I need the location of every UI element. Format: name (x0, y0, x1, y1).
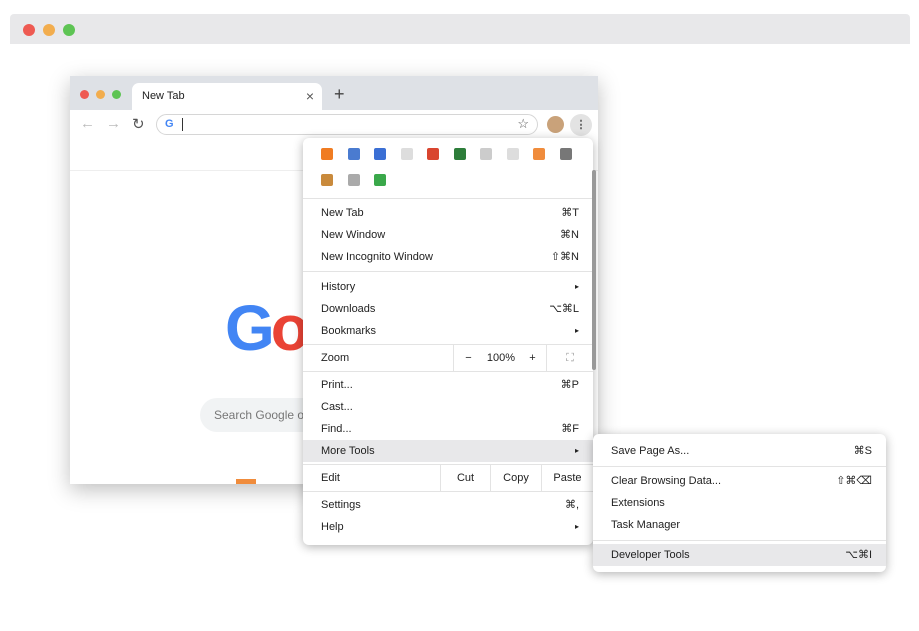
menu-item-label: Find... (321, 423, 352, 435)
menu-item-new-tab[interactable]: New Tab ⌘T (303, 202, 593, 224)
shortcut: ⌥⌘L (549, 303, 579, 315)
shield-icon[interactable] (374, 148, 386, 160)
menu-item-label: New Window (321, 229, 386, 241)
menu-item-task-manager[interactable]: Task Manager (593, 514, 886, 536)
menu-item-label: Extensions (611, 497, 665, 509)
menu-item-label: Clear Browsing Data... (611, 475, 722, 487)
tab-new-tab[interactable]: New Tab × (132, 83, 322, 110)
zoom-label: Zoom (321, 352, 350, 364)
menu-item-label: Print... (321, 379, 353, 391)
rocket-icon[interactable] (374, 174, 386, 186)
triangle-icon[interactable] (347, 148, 360, 160)
edit-label: Edit (321, 472, 340, 484)
omnibox[interactable]: G ☆ (156, 114, 538, 135)
grid-icon[interactable] (400, 148, 413, 160)
copy-button[interactable]: Copy (490, 465, 541, 491)
menu-item-new-incognito-window[interactable]: New Incognito Window ⇧⌘N (303, 246, 593, 268)
tab-close-icon[interactable]: × (306, 88, 314, 104)
shortcut: ⌘S (853, 445, 872, 457)
google-icon: G (165, 118, 174, 130)
shortcut: ⌘T (561, 207, 579, 219)
menu-kebab-icon[interactable]: ⋮ (570, 114, 592, 136)
submenu-arrow-icon: ▸ (574, 326, 579, 335)
arc-icon[interactable] (321, 148, 333, 160)
minimize-window-button[interactable] (43, 24, 55, 36)
forward-arrow-icon[interactable]: → (106, 115, 121, 132)
menu-item-cast[interactable]: Cast... (303, 396, 593, 418)
menu-item-more-tools[interactable]: More Tools ▸ (303, 440, 593, 462)
reload-icon[interactable]: ↻ (132, 115, 145, 133)
outer-titlebar (10, 14, 910, 44)
menu-item-label: Task Manager (611, 519, 681, 531)
minimize-window-button[interactable] (96, 90, 105, 99)
menu-item-label: Settings (321, 499, 361, 511)
menu-item-extensions[interactable]: Extensions (593, 492, 886, 514)
google-logo: Go (225, 292, 310, 364)
card-icon[interactable] (506, 148, 519, 160)
submenu-arrow-icon: ▸ (574, 282, 579, 291)
check-icon[interactable] (453, 148, 466, 160)
edit-row: Edit Cut Copy Paste (303, 465, 593, 491)
tab-strip: New Tab × + (70, 76, 598, 110)
back-arrow-icon[interactable]: ← (80, 115, 95, 132)
menu-item-find[interactable]: Find... ⌘F (303, 418, 593, 440)
tab-title: New Tab (142, 90, 185, 102)
close-window-button[interactable] (23, 24, 35, 36)
zoom-row: Zoom − 100% + ⛶ (303, 345, 593, 371)
menu-scrollbar[interactable] (592, 170, 596, 370)
fullscreen-icon[interactable]: ⛶ (546, 345, 593, 371)
avatar[interactable] (547, 116, 564, 133)
zoom-out-button[interactable]: − (453, 345, 483, 371)
shortcut: ⇧⌘N (550, 251, 579, 263)
shortcut: ⌘N (560, 229, 579, 241)
shortcut: ⇧⌘⌫ (836, 475, 872, 487)
menu-item-print[interactable]: Print... ⌘P (303, 374, 593, 396)
menu-item-developer-tools[interactable]: Developer Tools ⌥⌘I (593, 544, 886, 566)
chrome-menu: New Tab ⌘T New Window ⌘N New Incognito Windo… (303, 138, 596, 545)
search-placeholder: Search Google or (214, 408, 309, 422)
f-icon[interactable] (347, 174, 360, 186)
ghost-icon[interactable] (480, 148, 492, 160)
menu-item-label: Developer Tools (611, 549, 690, 561)
laptop-icon[interactable] (559, 148, 572, 160)
calculator-icon[interactable] (427, 148, 439, 160)
menu-item-label: History (321, 281, 356, 293)
menu-item-label: New Incognito Window (321, 251, 433, 263)
menu-item-bookmarks[interactable]: Bookmarks ▸ (303, 320, 593, 342)
submenu-arrow-icon: ▸ (574, 522, 579, 531)
maximize-window-button[interactable] (63, 24, 75, 36)
more-tools-submenu: Save Page As... ⌘S Clear Browsing Data... ⇧… (593, 434, 886, 572)
close-window-button[interactable] (80, 90, 89, 99)
menu-item-label: Downloads (321, 303, 376, 315)
submenu-arrow-icon: ▸ (574, 446, 579, 455)
star-icon[interactable]: ☆ (517, 116, 529, 132)
menu-item-history[interactable]: History ▸ (303, 276, 593, 298)
menu-item-save-page-as[interactable]: Save Page As... ⌘S (593, 440, 886, 462)
menu-item-help[interactable]: Help ▸ (303, 516, 593, 538)
menu-item-settings[interactable]: Settings ⌘, (303, 494, 593, 516)
shortcut-tile[interactable] (236, 479, 256, 484)
zoom-value: 100% (486, 352, 516, 364)
text-cursor (182, 118, 183, 131)
menu-item-label: Save Page As... (611, 445, 690, 457)
chart-icon[interactable] (533, 148, 545, 160)
menu-item-downloads[interactable]: Downloads ⌥⌘L (303, 298, 593, 320)
cut-button[interactable]: Cut (440, 465, 490, 491)
menu-item-clear-browsing-data[interactable]: Clear Browsing Data... ⇧⌘⌫ (593, 470, 886, 492)
shortcut: ⌘P (560, 379, 579, 391)
shortcut: ⌥⌘I (845, 549, 872, 561)
menu-item-new-window[interactable]: New Window ⌘N (303, 224, 593, 246)
shortcut: ⌘, (564, 499, 579, 511)
zoom-in-button[interactable]: + (519, 345, 546, 371)
shortcut: ⌘F (561, 423, 579, 435)
notebook-icon[interactable] (321, 174, 333, 186)
menu-item-label: Help (321, 521, 344, 533)
menu-item-label: More Tools (321, 445, 375, 457)
menu-item-label: New Tab (321, 207, 364, 219)
menu-item-label: Bookmarks (321, 325, 377, 337)
maximize-window-button[interactable] (112, 90, 121, 99)
new-tab-button[interactable]: + (334, 84, 345, 105)
menu-item-label: Cast... (321, 401, 353, 413)
paste-button[interactable]: Paste (541, 465, 593, 491)
